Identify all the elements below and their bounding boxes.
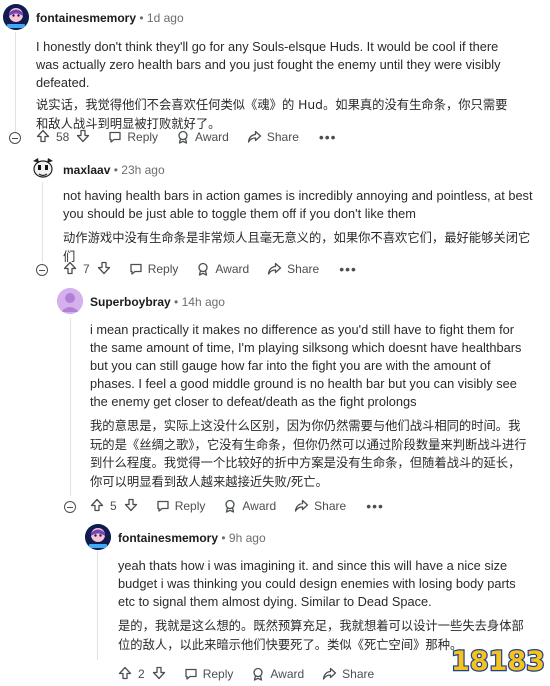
thread-line-level3	[97, 550, 98, 660]
share-icon	[323, 667, 337, 680]
username[interactable]: fontainesmemory	[118, 531, 218, 545]
award-icon	[225, 499, 236, 513]
thread-line-level1	[42, 182, 43, 262]
award-button[interactable]: Award	[251, 667, 304, 681]
share-button[interactable]: Share	[294, 499, 346, 513]
upvote-icon[interactable]	[36, 129, 50, 146]
reply-button[interactable]: Reply	[129, 262, 178, 276]
reply-icon	[157, 500, 169, 512]
comment-body: i mean practically it makes no differenc…	[90, 321, 530, 491]
share-button[interactable]: Share	[322, 667, 374, 681]
vote-count: 5	[110, 499, 117, 513]
watermark-logo-icon: 18183	[450, 643, 546, 679]
vote-count: 2	[138, 667, 145, 681]
username[interactable]: maxlaav	[63, 163, 110, 177]
comment-meta: fontainesmemory • 9h ago	[118, 531, 266, 545]
vote-count: 7	[83, 262, 90, 276]
comment-meta: maxlaav • 23h ago	[63, 163, 165, 177]
more-options-icon[interactable]: •••	[366, 498, 384, 514]
comment-text-en: yeah thats how i was imagining it. and s…	[118, 558, 516, 609]
award-icon	[253, 667, 264, 681]
comment-body: not having health bars in action games i…	[63, 187, 541, 266]
comment-text-en: not having health bars in action games i…	[63, 188, 533, 221]
comment-actions: 7 Reply Award Share •••	[63, 260, 357, 278]
reply-button[interactable]: Reply	[108, 130, 158, 144]
username[interactable]: fontainesmemory	[36, 11, 136, 25]
timestamp: 1d ago	[146, 11, 184, 25]
comment-text-cn: 我的意思是，实际上这没什么区别，因为你仍然需要与他们战斗相同的时间。我玩的是《丝…	[90, 419, 527, 489]
upvote-icon[interactable]	[118, 666, 132, 683]
timestamp: 23h ago	[121, 163, 165, 177]
award-button[interactable]: Award	[196, 262, 249, 276]
comment-actions: 58 Reply Award Share •••	[36, 128, 337, 146]
site-watermark-logo: 18183	[450, 637, 546, 681]
downvote-icon[interactable]	[124, 498, 138, 515]
comment-meta: Superboybray • 14h ago	[90, 295, 225, 309]
username[interactable]: Superboybray	[90, 295, 171, 309]
avatar-image-icon	[85, 524, 111, 550]
thread-line-level2	[70, 318, 71, 496]
comment-actions: 5 Reply Award Share •••	[90, 497, 384, 515]
reply-button[interactable]: Reply	[184, 667, 233, 681]
avatar[interactable]	[57, 288, 83, 314]
downvote-icon[interactable]	[76, 129, 90, 146]
share-button[interactable]: Share	[267, 262, 319, 276]
award-icon	[198, 262, 209, 276]
more-options-icon[interactable]: •••	[319, 129, 337, 145]
timestamp: 14h ago	[181, 295, 225, 309]
comment-text-en: I honestly don't think they'll go for an…	[36, 39, 501, 90]
share-icon	[247, 130, 261, 143]
avatar-image-icon	[30, 155, 56, 181]
comment-body: I honestly don't think they'll go for an…	[36, 38, 516, 133]
vote-count: 58	[56, 130, 70, 144]
downvote-icon[interactable]	[152, 666, 166, 683]
thread-line-root	[15, 32, 16, 132]
collapse-thread-button[interactable]	[64, 501, 76, 513]
collapse-thread-button[interactable]	[36, 264, 48, 276]
reply-icon	[185, 668, 197, 680]
reply-icon	[130, 263, 142, 275]
avatar[interactable]	[85, 524, 111, 550]
share-icon	[268, 262, 282, 275]
avatar-image-icon	[57, 288, 83, 314]
collapse-thread-button[interactable]	[9, 132, 21, 144]
more-options-icon[interactable]: •••	[339, 261, 357, 277]
award-button[interactable]: Award	[176, 130, 229, 144]
upvote-icon[interactable]	[63, 261, 77, 278]
award-button[interactable]: Award	[223, 499, 276, 513]
reply-button[interactable]: Reply	[156, 499, 205, 513]
award-icon	[178, 130, 188, 144]
reply-icon	[109, 131, 122, 143]
avatar[interactable]	[3, 4, 29, 30]
share-button[interactable]: Share	[247, 130, 299, 144]
comment-text-en: i mean practically it makes no differenc…	[90, 322, 522, 409]
share-icon	[295, 499, 309, 512]
watermark-text: 18183	[452, 646, 544, 677]
comment-actions: 2 Reply Award Share	[118, 665, 392, 683]
timestamp: 9h ago	[228, 531, 266, 545]
avatar-image-icon	[3, 4, 29, 30]
avatar[interactable]	[30, 155, 56, 181]
downvote-icon[interactable]	[97, 261, 111, 278]
comment-meta: fontainesmemory • 1d ago	[36, 11, 184, 25]
upvote-icon[interactable]	[90, 498, 104, 515]
